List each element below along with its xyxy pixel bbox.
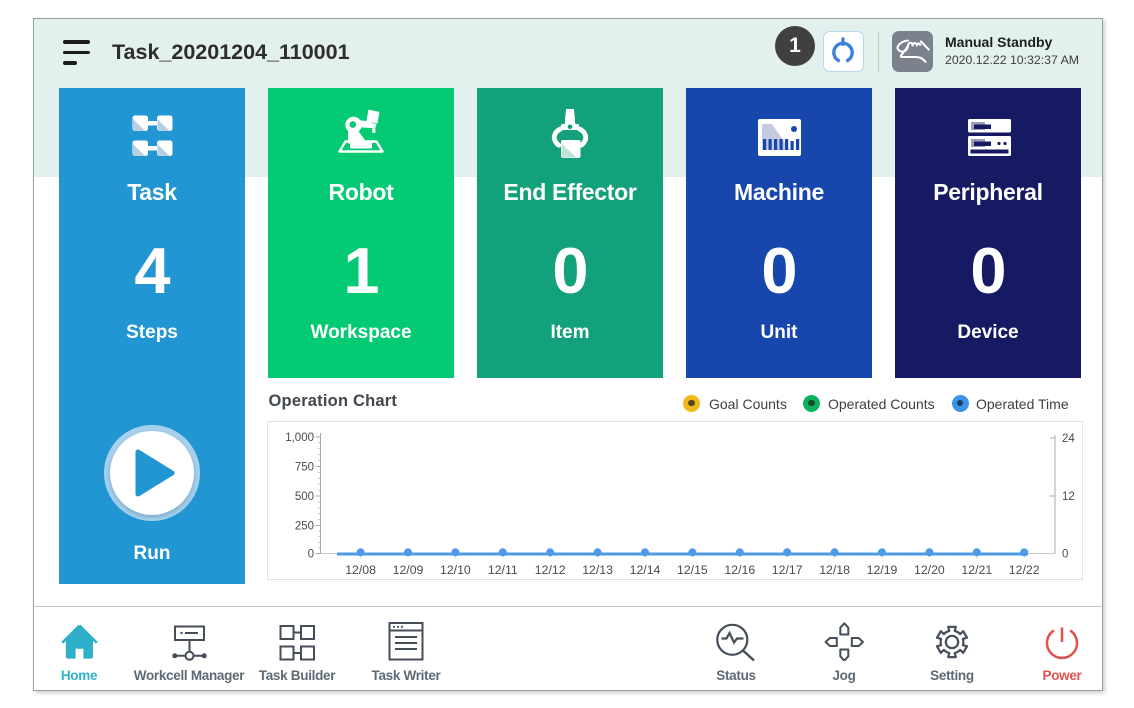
svg-text:0: 0 xyxy=(1062,549,1068,561)
svg-text:12/15: 12/15 xyxy=(677,563,708,577)
svg-text:12/10: 12/10 xyxy=(440,563,471,577)
svg-text:12/14: 12/14 xyxy=(630,563,661,577)
svg-text:0: 0 xyxy=(308,549,314,561)
svg-text:12/12: 12/12 xyxy=(535,563,566,577)
svg-text:12/17: 12/17 xyxy=(772,563,803,577)
svg-text:12/16: 12/16 xyxy=(724,563,755,577)
svg-text:1,000: 1,000 xyxy=(285,432,314,444)
svg-text:12/13: 12/13 xyxy=(582,563,613,577)
svg-text:12/09: 12/09 xyxy=(393,563,424,577)
svg-text:250: 250 xyxy=(295,521,314,533)
svg-text:12/08: 12/08 xyxy=(345,563,376,577)
svg-text:12/11: 12/11 xyxy=(488,563,518,577)
svg-text:12/21: 12/21 xyxy=(961,563,992,577)
svg-text:12/19: 12/19 xyxy=(867,563,898,577)
svg-text:12/20: 12/20 xyxy=(914,563,945,577)
svg-text:12/22: 12/22 xyxy=(1009,563,1040,577)
svg-text:12/18: 12/18 xyxy=(819,563,850,577)
svg-text:24: 24 xyxy=(1062,433,1075,445)
svg-text:500: 500 xyxy=(295,491,314,503)
svg-text:12: 12 xyxy=(1062,491,1075,503)
svg-text:750: 750 xyxy=(295,462,314,474)
